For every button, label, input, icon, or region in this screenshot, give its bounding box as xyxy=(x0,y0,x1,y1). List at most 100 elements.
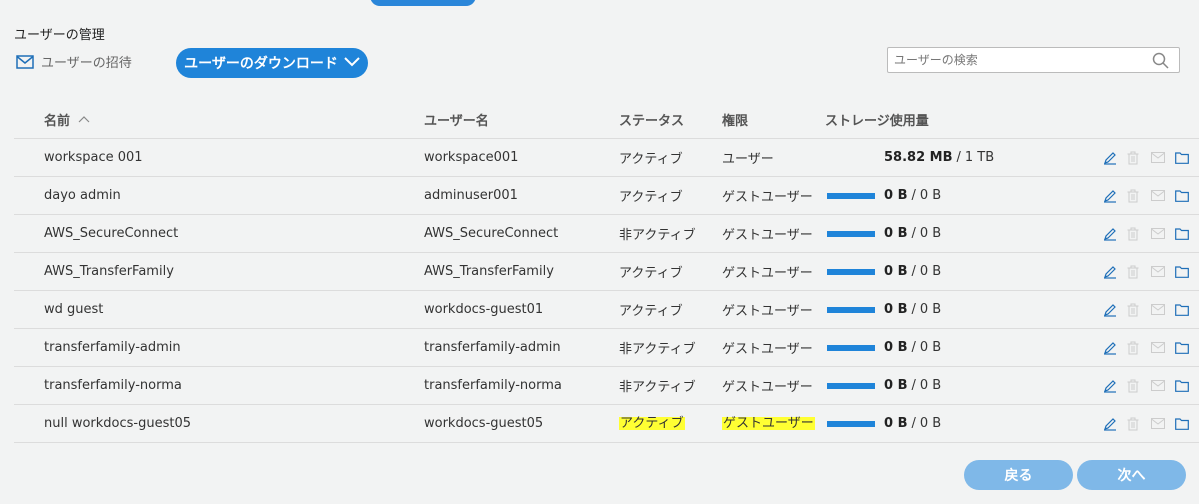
table-row[interactable]: null workdocs-guest05 workdocs-guest05 アクテ… xyxy=(14,405,1199,443)
table-row[interactable]: workspace 001 workspace001 アクティブ ユーザー 58.82 … xyxy=(14,139,1199,177)
edit-icon[interactable] xyxy=(1103,226,1127,242)
status-text: 非アクティブ xyxy=(619,228,696,243)
folder-icon[interactable] xyxy=(1175,150,1199,166)
folder-icon[interactable] xyxy=(1175,226,1199,242)
edit-icon[interactable] xyxy=(1103,150,1127,166)
cell-role[interactable]: ゲストユーザー xyxy=(722,329,813,366)
storage-used: 0 B xyxy=(884,378,908,393)
edit-icon[interactable] xyxy=(1103,264,1127,280)
cell-role[interactable]: ゲストユーザー xyxy=(722,405,815,442)
storage-used: 0 B xyxy=(884,226,908,241)
sort-ascending-icon[interactable] xyxy=(78,112,90,127)
table-header-row: 名前 ユーザー名 ステータス 権限 ストレージ使用量 xyxy=(14,100,1199,139)
cell-role[interactable]: ゲストユーザー xyxy=(722,215,813,252)
storage-separator: / xyxy=(911,416,916,431)
edit-icon[interactable] xyxy=(1103,340,1127,356)
username-text: workdocs-guest01 xyxy=(424,302,544,317)
trash-icon[interactable] xyxy=(1127,188,1151,204)
cell-role[interactable]: ゲストユーザー xyxy=(722,177,813,214)
mail-icon[interactable] xyxy=(1151,416,1175,432)
back-button[interactable]: 戻る xyxy=(964,460,1073,490)
storage-value: 0 B/0 B xyxy=(884,329,941,366)
folder-icon[interactable] xyxy=(1175,188,1199,204)
mail-icon[interactable] xyxy=(1151,150,1175,166)
row-actions xyxy=(1103,291,1199,328)
role-text: ゲストユーザー xyxy=(722,228,813,243)
table-row[interactable]: dayo admin adminuser001 アクティブ ゲストユーザー 0 B/0 … xyxy=(14,177,1199,215)
storage-bar xyxy=(827,192,875,199)
storage-separator: / xyxy=(956,150,961,165)
storage-used: 0 B xyxy=(884,340,908,355)
cell-storage xyxy=(825,139,885,176)
cell-name: transferfamily-admin xyxy=(44,329,181,366)
cell-name: wd guest xyxy=(44,291,103,328)
table-row[interactable]: AWS_TransferFamily AWS_TransferFamily アクティ… xyxy=(14,253,1199,291)
cell-role[interactable]: ユーザー xyxy=(722,139,774,176)
storage-value: 0 B/0 B xyxy=(884,291,941,328)
mail-icon[interactable] xyxy=(1151,340,1175,356)
status-text: アクティブ xyxy=(619,152,683,167)
folder-icon[interactable] xyxy=(1175,378,1199,394)
storage-bar xyxy=(827,306,875,313)
mail-icon[interactable] xyxy=(1151,226,1175,242)
column-header-role[interactable]: 権限 xyxy=(722,100,748,138)
next-button[interactable]: 次へ xyxy=(1077,460,1186,490)
cell-storage xyxy=(825,367,885,404)
cell-name: null workdocs-guest05 xyxy=(44,405,191,442)
folder-icon[interactable] xyxy=(1175,416,1199,432)
column-header-username[interactable]: ユーザー名 xyxy=(424,100,489,138)
trash-icon[interactable] xyxy=(1127,416,1151,432)
role-text: ゲストユーザー xyxy=(722,380,813,395)
table-row[interactable]: wd guest workdocs-guest01 アクティブ ゲストユーザー 0 B /… xyxy=(14,291,1199,329)
trash-icon[interactable] xyxy=(1127,302,1151,318)
edit-icon[interactable] xyxy=(1103,302,1127,318)
storage-bar xyxy=(827,420,875,427)
edit-icon[interactable] xyxy=(1103,378,1127,394)
row-actions xyxy=(1103,139,1199,176)
mail-icon[interactable] xyxy=(1151,188,1175,204)
storage-used: 58.82 MB xyxy=(884,150,953,165)
status-text: 非アクティブ xyxy=(619,342,696,357)
table-row[interactable]: transferfamily-norma transferfamily-norma… xyxy=(14,367,1199,405)
user-display-name: dayo admin xyxy=(44,188,121,203)
search-icon[interactable] xyxy=(1152,52,1169,73)
mail-icon[interactable] xyxy=(1151,378,1175,394)
row-actions xyxy=(1103,405,1199,442)
column-header-storage[interactable]: ストレージ使用量 xyxy=(825,100,929,138)
column-header-status[interactable]: ステータス xyxy=(619,100,684,138)
top-tab-indicator xyxy=(370,0,476,6)
cell-role[interactable]: ゲストユーザー xyxy=(722,253,813,290)
trash-icon[interactable] xyxy=(1127,226,1151,242)
trash-icon[interactable] xyxy=(1127,378,1151,394)
edit-icon[interactable] xyxy=(1103,416,1127,432)
row-actions xyxy=(1103,177,1199,214)
invite-users-button[interactable]: ユーザーの招待 xyxy=(16,52,132,71)
username-text: AWS_SecureConnect xyxy=(424,226,559,241)
storage-used: 0 B xyxy=(884,416,908,431)
trash-icon[interactable] xyxy=(1127,264,1151,280)
cell-storage xyxy=(825,291,885,328)
mail-icon[interactable] xyxy=(1151,302,1175,318)
table-row[interactable]: transferfamily-admin transferfamily-admin… xyxy=(14,329,1199,367)
edit-icon[interactable] xyxy=(1103,188,1127,204)
row-actions xyxy=(1103,253,1199,290)
row-actions xyxy=(1103,329,1199,366)
username-text: workdocs-guest05 xyxy=(424,416,544,431)
storage-separator: / xyxy=(911,188,916,203)
table-row[interactable]: AWS_SecureConnect AWS_SecureConnect 非アクティブ… xyxy=(14,215,1199,253)
trash-icon[interactable] xyxy=(1127,150,1151,166)
user-display-name: workspace 001 xyxy=(44,150,143,165)
folder-icon[interactable] xyxy=(1175,302,1199,318)
folder-icon[interactable] xyxy=(1175,340,1199,356)
search-input[interactable] xyxy=(888,48,1138,72)
table-body: workspace 001 workspace001 アクティブ ユーザー 58.82 … xyxy=(14,139,1199,443)
cell-username: workdocs-guest01 xyxy=(424,291,543,328)
storage-bar xyxy=(827,344,875,351)
download-users-button[interactable]: ユーザーのダウンロード xyxy=(176,48,368,78)
cell-role[interactable]: ゲストユーザー xyxy=(722,367,813,404)
folder-icon[interactable] xyxy=(1175,264,1199,280)
mail-icon[interactable] xyxy=(1151,264,1175,280)
cell-role[interactable]: ゲストユーザー xyxy=(722,291,813,328)
column-header-name[interactable]: 名前 xyxy=(44,100,90,138)
trash-icon[interactable] xyxy=(1127,340,1151,356)
